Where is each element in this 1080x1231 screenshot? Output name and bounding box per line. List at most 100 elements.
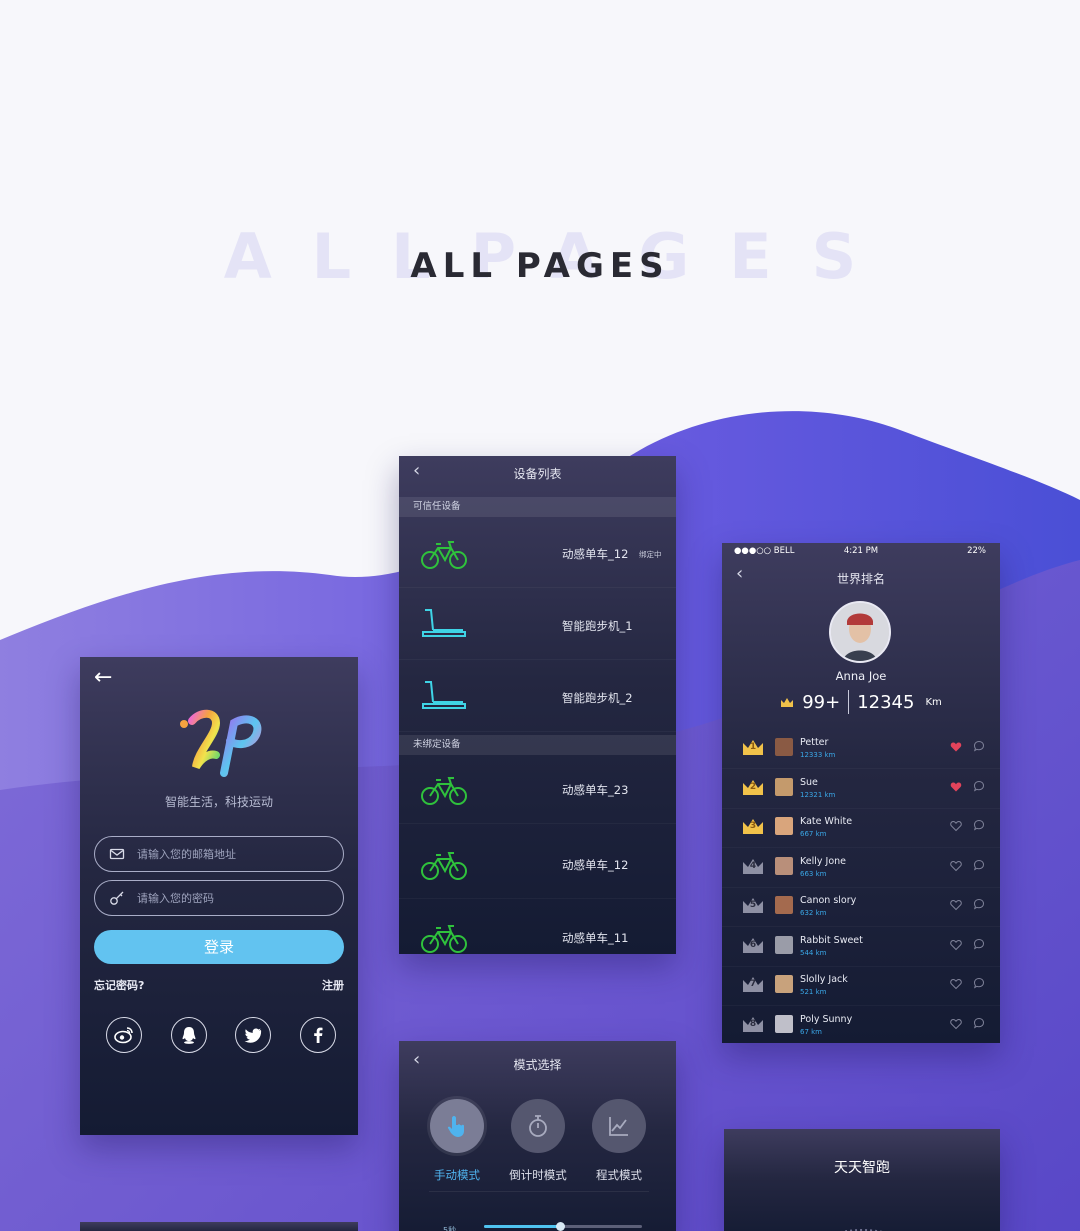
hero: ALLPAGES ALL PAGES [0, 220, 1080, 300]
device-row[interactable]: 动感单车_23 [399, 754, 676, 824]
heart-icon[interactable] [950, 781, 962, 793]
status-bar: ●●●○○ BELL 4:21 PM 22% [722, 546, 1000, 560]
mail-icon [109, 848, 125, 860]
mode-label: 倒计时模式 [509, 1168, 567, 1182]
comment-icon[interactable] [973, 977, 985, 989]
weibo-icon[interactable] [106, 1017, 142, 1053]
program-mode-button[interactable] [592, 1099, 646, 1153]
slider-label: 5秒 [443, 1226, 457, 1231]
device-row[interactable]: 动感单车_12 绑定中 [399, 518, 676, 588]
bike-icon [421, 777, 467, 805]
heart-icon[interactable] [950, 939, 962, 951]
ranking-row[interactable]: 3 Kate White 667 km [722, 810, 1000, 848]
slider-handle[interactable] [555, 1222, 565, 1231]
stats-divider [848, 690, 850, 714]
slider-fill [484, 1225, 560, 1228]
manual-mode-button[interactable] [430, 1099, 484, 1153]
countdown-mode-button[interactable] [511, 1099, 565, 1153]
register-link[interactable]: 注册 [322, 977, 344, 993]
runner-distance: 12333 km [800, 751, 836, 759]
binding-badge: 绑定中 [639, 550, 662, 559]
mode-select-screen: ‹ 模式选择 手动模式 倒计时模式 程式模式 5秒 [399, 1041, 676, 1231]
hero-title: ALL PAGES [410, 246, 670, 286]
ranking-row[interactable]: 8 Poly Sunny 67 km [722, 1008, 1000, 1044]
avatar[interactable] [775, 777, 793, 796]
ranking-row[interactable]: 5 Canon slory 632 km [722, 889, 1000, 927]
runner-distance: 521 km [800, 988, 827, 996]
heart-icon[interactable] [950, 741, 962, 753]
distance-unit: Km [925, 696, 942, 708]
rank-number: 5 [749, 900, 757, 910]
device-list-title: 设备列表 [513, 467, 562, 481]
twitter-icon[interactable] [235, 1017, 272, 1053]
rank-number: 2 [749, 781, 757, 792]
heart-icon[interactable] [950, 820, 962, 832]
line-chart-icon [609, 1117, 628, 1136]
rank-number: 6 [749, 939, 757, 950]
avatar[interactable] [775, 856, 793, 875]
back-arrow-icon[interactable]: ← [94, 665, 112, 690]
comment-icon[interactable] [973, 938, 985, 950]
rank-number: 4 [749, 860, 757, 871]
heart-icon[interactable] [950, 978, 962, 990]
ranking-row[interactable]: 4 Kelly Jone 663 km [722, 850, 1000, 888]
facebook-icon[interactable] [299, 1017, 336, 1053]
runner-name: Slolly Jack [800, 974, 848, 985]
device-row[interactable]: 智能跑步机_1 [399, 590, 676, 660]
runner-name: Petter [800, 737, 829, 748]
device-row[interactable]: 智能跑步机_2 [399, 662, 676, 732]
comment-icon[interactable] [973, 740, 985, 752]
comment-icon[interactable] [973, 898, 985, 910]
speed-slider[interactable] [484, 1222, 642, 1231]
unbound-devices-header: 未绑定设备 [399, 735, 676, 755]
avatar[interactable] [775, 738, 793, 756]
device-name: 动感单车_23 [562, 783, 629, 797]
comment-icon[interactable] [973, 859, 985, 871]
trusted-devices-header: 可信任设备 [399, 497, 676, 517]
avatar[interactable] [775, 975, 793, 993]
email-field[interactable]: 请输入您的邮箱地址 [94, 836, 344, 872]
avatar[interactable] [775, 896, 793, 914]
avatar[interactable] [775, 817, 793, 835]
avatar[interactable] [775, 935, 793, 954]
mode-label: 手动模式 [434, 1168, 480, 1182]
runner-name: Rabbit Sweet [800, 934, 863, 946]
runner-name: Kelly Jone [800, 855, 847, 867]
bike-icon [421, 925, 467, 953]
mode-title: 模式选择 [513, 1058, 562, 1072]
device-name: 动感单车_11 [562, 931, 629, 945]
heart-icon[interactable] [950, 860, 962, 872]
user-stats: 99+ 12345 Km [722, 689, 1000, 715]
heart-icon[interactable] [950, 899, 962, 911]
email-placeholder: 请输入您的邮箱地址 [137, 848, 236, 861]
runner-name: Kate White [800, 816, 853, 827]
forgot-password-link[interactable]: 忘记密码? [94, 977, 144, 993]
mode-label: 程式模式 [596, 1168, 642, 1182]
device-row[interactable]: 动感单车_12 [399, 829, 676, 899]
stopwatch-icon [529, 1115, 547, 1137]
password-field[interactable]: 请输入您的密码 [94, 880, 344, 916]
battery-level: 22% [967, 546, 986, 556]
rank-number: 7 [749, 979, 757, 989]
comment-icon[interactable] [973, 819, 985, 831]
ranking-row[interactable]: 1 Petter 12333 km [722, 731, 1000, 769]
ranking-title: 世界排名 [836, 572, 885, 586]
device-name: 动感单车_12 [562, 547, 629, 561]
device-name: 动感单车_12 [562, 858, 629, 872]
runner-name: Canon slory [800, 895, 857, 906]
rank-number: 1 [749, 742, 757, 752]
login-screen: ← 智能生活，科技运动 请输入您的邮箱地址 请输入您的密码 登录 忘记密码? 注… [80, 657, 358, 1135]
heart-icon[interactable] [950, 1018, 962, 1030]
avatar[interactable] [829, 601, 891, 663]
comment-icon[interactable] [973, 780, 985, 792]
login-button[interactable]: 登录 [94, 930, 344, 964]
ranking-row[interactable]: 2 Sue 12321 km [722, 771, 1000, 809]
qq-icon[interactable] [170, 1017, 207, 1053]
rank-number: 3 [749, 821, 757, 831]
comment-icon[interactable] [973, 1017, 985, 1029]
ranking-row[interactable]: 7 Slolly Jack 521 km [722, 968, 1000, 1006]
device-row[interactable]: 动感单车_11 [399, 902, 676, 954]
slogan: 智能生活，科技运动 [164, 795, 273, 809]
avatar[interactable] [775, 1014, 793, 1033]
ranking-row[interactable]: 6 Rabbit Sweet 544 km [722, 929, 1000, 967]
